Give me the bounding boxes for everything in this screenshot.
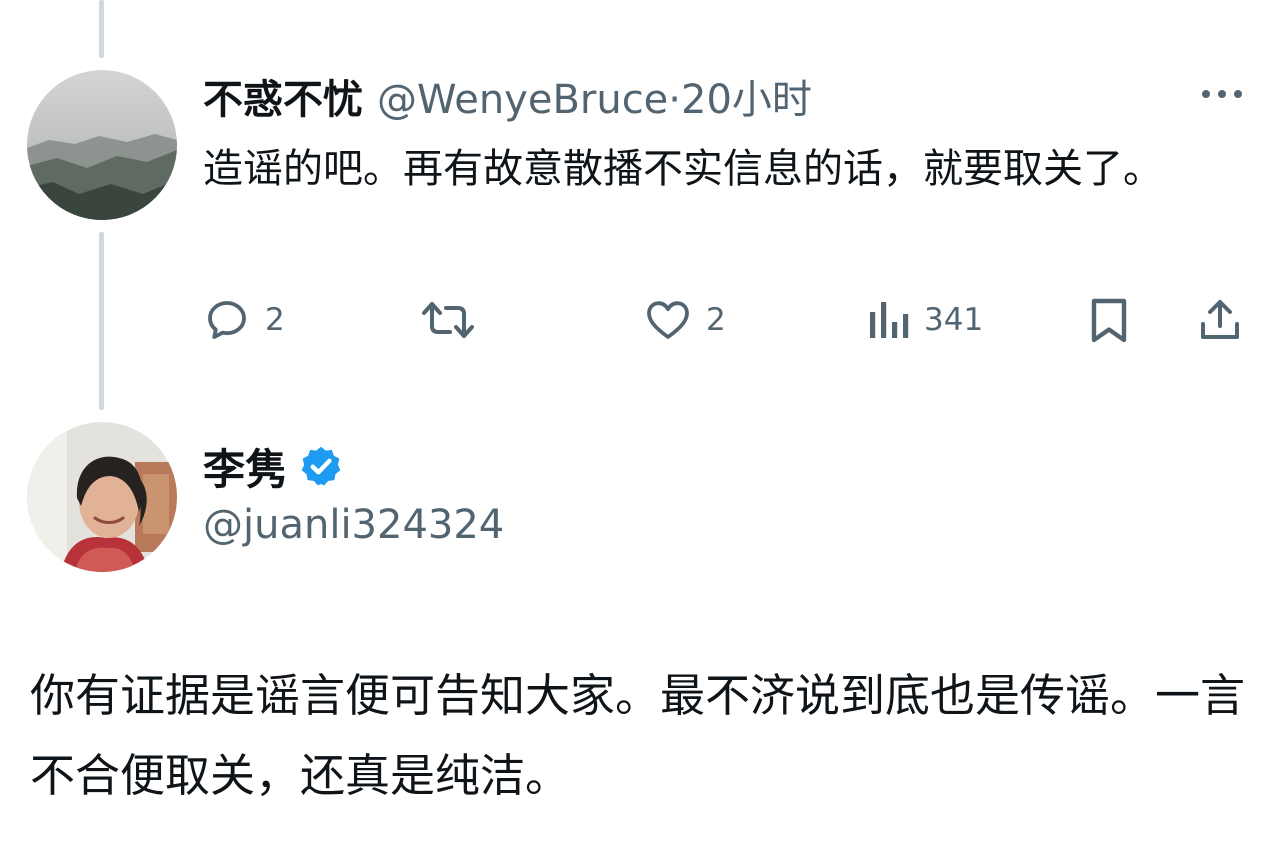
views-button[interactable]: 341 (866, 294, 983, 346)
reply-tweet-header: 不惑不忧 @WenyeBruce·20小时 (203, 66, 812, 126)
bookmark-icon (1091, 298, 1127, 343)
reply-button[interactable]: 2 (203, 294, 285, 346)
reply-author-name[interactable]: 不惑不忧 (203, 67, 363, 125)
reply-author-avatar[interactable] (27, 70, 177, 220)
main-tweet-text: 你有证据是谣言便可告知大家。最不济说到底也是传谣。一言不合便取关，还真是纯洁。 (30, 669, 1246, 802)
more-icon[interactable] (1196, 80, 1248, 108)
mountain-avatar-image (27, 70, 177, 220)
like-count: 2 (706, 302, 726, 338)
retweet-icon (422, 302, 474, 338)
reply-count: 2 (265, 302, 285, 338)
main-author-avatar[interactable] (27, 422, 177, 572)
share-icon (1201, 300, 1239, 339)
views-icon (870, 302, 909, 338)
retweet-button[interactable] (420, 294, 490, 346)
main-author-name[interactable]: 李隽 (203, 436, 287, 497)
thread-line-bottom (99, 232, 104, 410)
main-tweet-header: 李隽 (203, 436, 343, 496)
bookmark-button[interactable] (1086, 294, 1132, 346)
view-count: 341 (924, 302, 984, 338)
verified-badge-icon[interactable] (299, 444, 343, 488)
reply-tweet-text: 造谣的吧。再有故意散播不实信息的话，就要取关了。 (203, 146, 1163, 192)
main-author-handle[interactable]: @juanli324324 (203, 502, 504, 548)
share-button[interactable] (1196, 294, 1244, 346)
portrait-avatar-image (27, 422, 177, 572)
heart-icon (647, 301, 689, 339)
like-button[interactable]: 2 (644, 294, 726, 346)
reply-icon (208, 301, 246, 339)
reply-author-handle-time[interactable]: @WenyeBruce·20小时 (377, 67, 812, 125)
thread-line-top (99, 0, 104, 58)
